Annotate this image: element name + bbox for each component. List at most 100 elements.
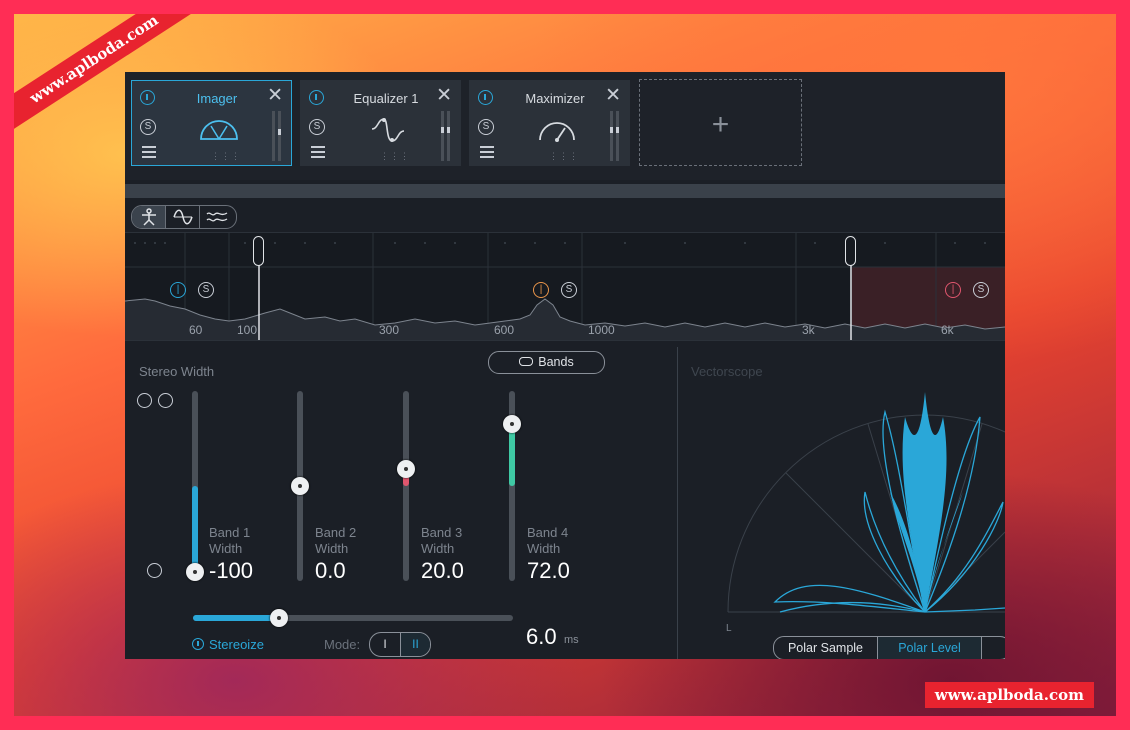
close-icon[interactable]: ✕ (267, 86, 283, 105)
power-icon[interactable] (309, 90, 324, 105)
imager-arc-icon (200, 120, 238, 140)
band1-name: Band 1 (209, 525, 251, 540)
solo-icon[interactable]: S (140, 119, 156, 135)
band3-width-word: Width (421, 541, 455, 556)
module-title: Imager (196, 91, 238, 106)
crossover-handle-2[interactable] (845, 236, 856, 266)
band4-value[interactable]: 72.0 (527, 558, 570, 584)
add-module-slot[interactable]: + (639, 79, 802, 166)
band4-power-icon[interactable]: | (945, 282, 961, 298)
freq-tick: 60 (189, 323, 203, 337)
panel-divider (677, 347, 678, 659)
mode-option-ii[interactable]: II (400, 633, 430, 656)
tab-polar-level[interactable]: Polar Level (878, 637, 982, 659)
plus-icon: + (711, 108, 730, 141)
band3-solo-icon[interactable]: S (561, 282, 577, 298)
stereoize-label: Stereoize (209, 637, 264, 652)
slider-knob[interactable] (503, 415, 521, 434)
mode-option-i[interactable]: I (370, 633, 400, 656)
stereoize-delay-value[interactable]: 6.0 (526, 624, 557, 650)
drag-handle-icon[interactable]: ⋮⋮⋮ (380, 151, 410, 162)
band4-solo-icon[interactable]: S (973, 282, 989, 298)
stereoize-delay-unit: ms (564, 634, 579, 646)
band3-name: Band 3 (421, 525, 463, 540)
module-chain: S Imager ✕ ⋮⋮⋮ S Equalizer 1 ✕ ⋮⋮⋮ S Max… (125, 72, 1005, 180)
list-icon[interactable] (142, 146, 156, 158)
module-equalizer[interactable]: S Equalizer 1 ✕ ⋮⋮⋮ (300, 80, 461, 166)
solo-icon[interactable]: S (478, 119, 494, 135)
drag-handle-icon[interactable]: ⋮⋮⋮ (549, 151, 579, 162)
link-icon (519, 357, 534, 367)
band3-power-icon[interactable]: | (533, 282, 549, 298)
drag-handle-icon[interactable]: ⋮⋮⋮ (211, 151, 241, 162)
tab-polar-sample[interactable]: Polar Sample (774, 637, 878, 659)
module-title: Equalizer 1 (353, 91, 419, 106)
stereo-rings-icon (137, 393, 152, 408)
power-icon[interactable] (478, 90, 493, 105)
bands-link-button[interactable]: Bands (488, 351, 605, 374)
freq-tick: 3k (802, 323, 815, 337)
gauge-icon (539, 122, 575, 142)
band3-width-slider[interactable] (397, 391, 415, 581)
band1-power-icon[interactable]: | (170, 282, 186, 298)
band1-label: Band 1 Width (209, 525, 250, 557)
close-icon[interactable]: ✕ (605, 86, 621, 105)
output-meter (610, 111, 620, 161)
band2-value[interactable]: 0.0 (315, 558, 346, 584)
band4-width-slider[interactable] (503, 391, 521, 581)
slider-knob[interactable] (397, 459, 415, 478)
section-divider (125, 184, 1005, 198)
module-imager[interactable]: S Imager ✕ ⋮⋮⋮ (131, 80, 292, 166)
output-meter (272, 111, 282, 161)
list-icon[interactable] (480, 146, 494, 158)
list-icon[interactable] (311, 146, 325, 158)
view-toggle-group (131, 205, 237, 229)
mode-switch: I II (369, 632, 431, 657)
tab-lissajous[interactable] (982, 637, 1005, 659)
band1-width-fill (192, 486, 198, 572)
power-icon (192, 638, 204, 650)
power-icon[interactable] (140, 90, 155, 105)
slider-knob[interactable] (186, 563, 204, 581)
stereoize-delay-slider[interactable] (193, 609, 513, 627)
stereo-rings-icon (158, 393, 173, 408)
module-maximizer[interactable]: S Maximizer ✕ ⋮⋮⋮ (469, 80, 630, 166)
band1-solo-icon[interactable]: S (198, 282, 214, 298)
band4-label: Band 4 Width (527, 525, 568, 557)
vectorscope-mode-tabs: Polar Sample Polar Level (773, 636, 1005, 659)
freq-tick: 600 (494, 323, 515, 337)
mode-label: Mode: (324, 637, 361, 652)
band2-name: Band 2 (315, 525, 357, 540)
spectrum-wave-icon[interactable] (200, 206, 234, 228)
slider-knob[interactable] (270, 609, 289, 627)
crossover-handle-1[interactable] (253, 236, 264, 266)
mono-ring-icon (147, 563, 162, 578)
slider-knob[interactable] (291, 477, 309, 495)
freq-tick: 1000 (588, 323, 615, 337)
band2-label: Band 2 Width (315, 525, 356, 557)
ozone-plugin-window: S Imager ✕ ⋮⋮⋮ S Equalizer 1 ✕ ⋮⋮⋮ S Max… (125, 72, 1005, 659)
eq-curve-icon (371, 118, 405, 142)
freq-tick: 300 (379, 323, 400, 337)
band1-width-slider[interactable] (186, 391, 204, 581)
band3-value[interactable]: 20.0 (421, 558, 464, 584)
band3-label: Band 3 Width (421, 525, 462, 557)
imager-view-icon[interactable] (132, 206, 166, 228)
sine-wave-icon[interactable] (166, 206, 200, 228)
stereo-width-label: Stereo Width (139, 364, 215, 379)
band4-width-word: Width (527, 541, 561, 556)
band1-value[interactable]: -100 (209, 558, 253, 584)
band4-width-fill (509, 424, 515, 486)
watermark-bottom-right: www.aplboda.com (924, 682, 1094, 708)
freq-tick: 6k (941, 323, 954, 337)
band2-width-slider[interactable] (291, 391, 309, 581)
band2-width-word: Width (315, 541, 349, 556)
solo-icon[interactable]: S (309, 119, 325, 135)
stereoize-delay-fill (193, 615, 280, 621)
bands-button-label: Bands (538, 355, 574, 369)
band1-width-word: Width (209, 541, 243, 556)
vectorscope-left-label: L (726, 623, 732, 634)
stereoize-toggle[interactable]: Stereoize (192, 637, 264, 652)
spectrum-display[interactable]: | S | S | S 60 100 300 600 1000 3k 6k (125, 232, 1005, 341)
close-icon[interactable]: ✕ (436, 86, 452, 105)
